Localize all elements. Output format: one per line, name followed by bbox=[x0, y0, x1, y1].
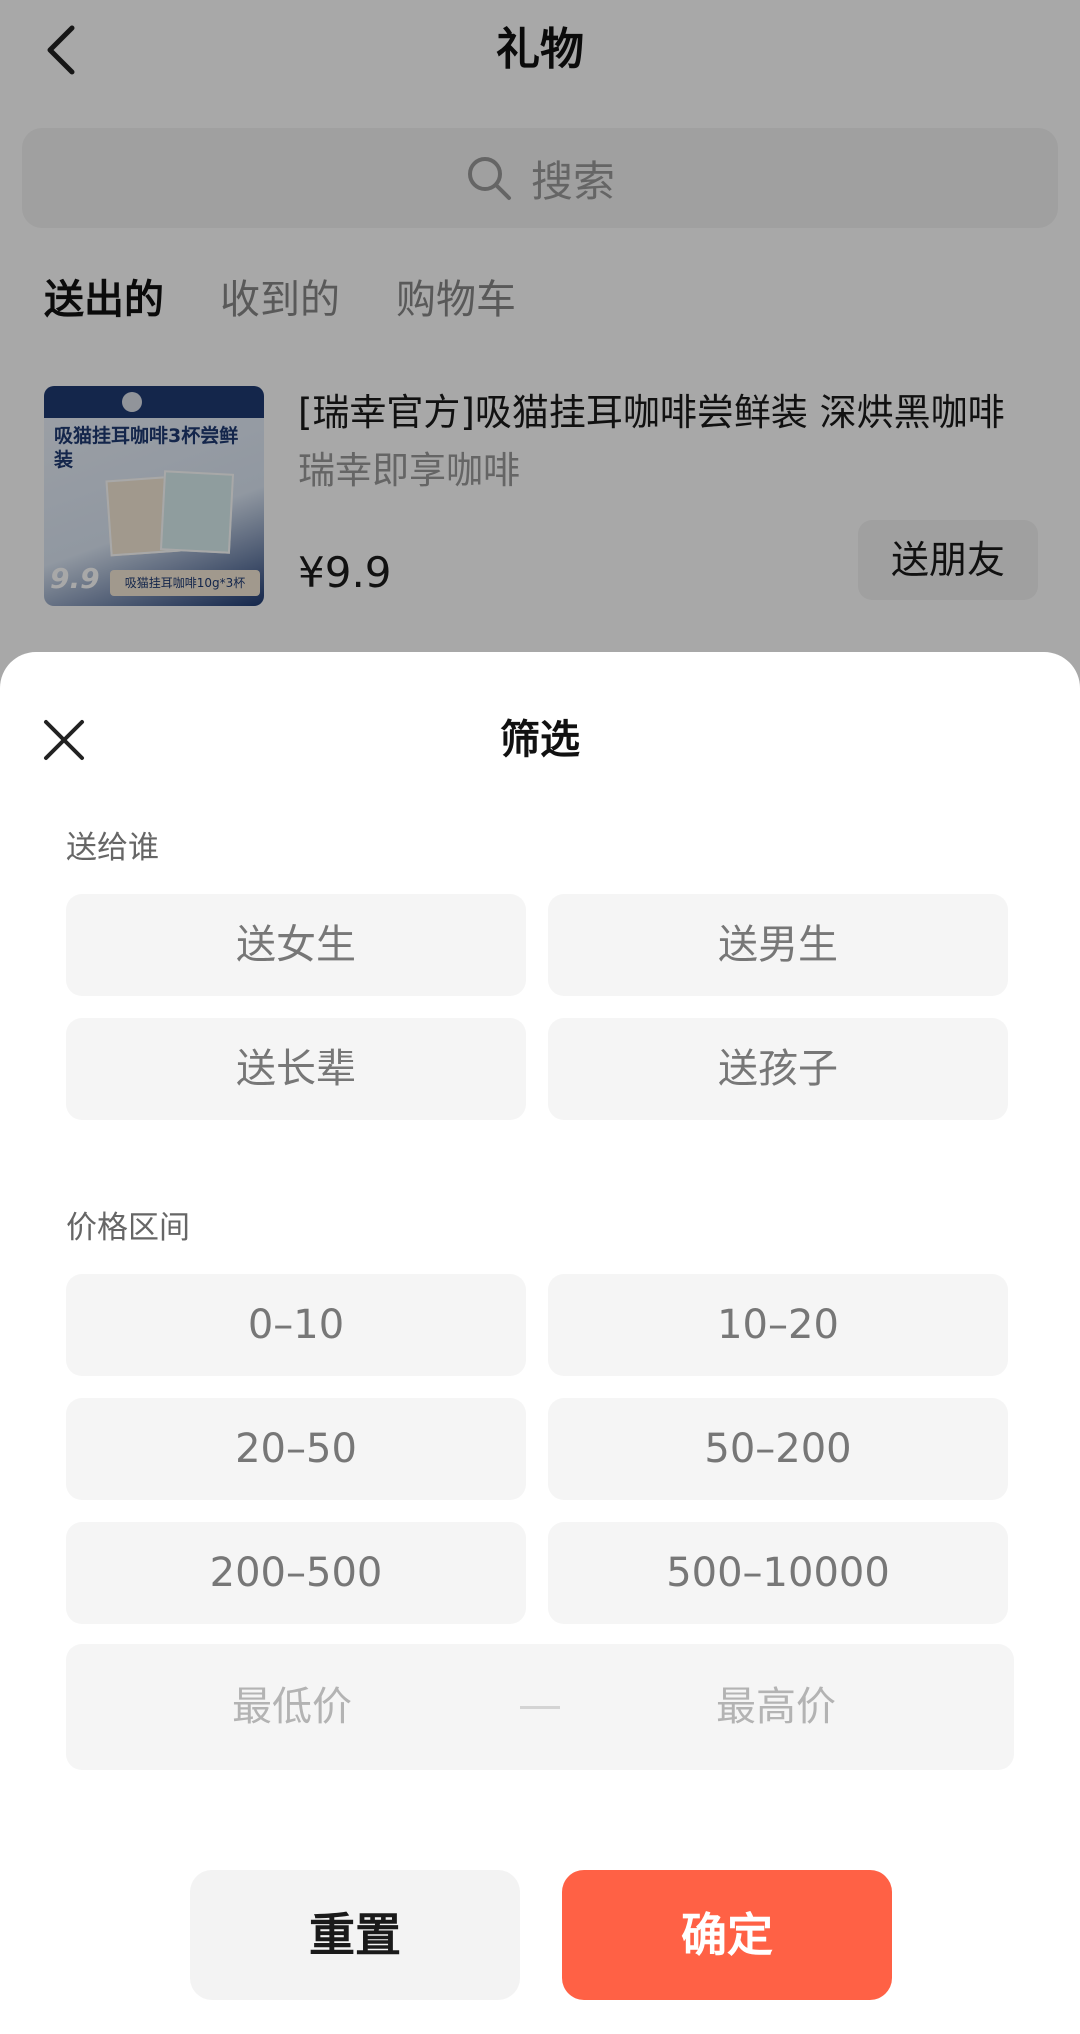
price-option[interactable]: 0–10 bbox=[66, 1274, 526, 1376]
price-section-label: 价格区间 bbox=[66, 1210, 190, 1246]
filter-sheet: 筛选 送给谁 送女生 送男生 送长辈 送孩子 价格区间 0–10 10–20 2… bbox=[0, 652, 1080, 2034]
recipient-option-elder[interactable]: 送长辈 bbox=[66, 1018, 526, 1120]
price-option[interactable]: 200–500 bbox=[66, 1522, 526, 1624]
range-separator bbox=[520, 1706, 560, 1709]
recipient-option-male[interactable]: 送男生 bbox=[548, 894, 1008, 996]
recipient-section-label: 送给谁 bbox=[66, 830, 159, 866]
reset-button[interactable]: 重置 bbox=[190, 1870, 520, 2000]
price-option[interactable]: 10–20 bbox=[548, 1274, 1008, 1376]
filter-title: 筛选 bbox=[500, 717, 580, 763]
recipient-option-child[interactable]: 送孩子 bbox=[548, 1018, 1008, 1120]
min-price-input[interactable] bbox=[142, 1644, 442, 1770]
price-option[interactable]: 20–50 bbox=[66, 1398, 526, 1500]
price-range-row bbox=[66, 1644, 1014, 1770]
price-option[interactable]: 50–200 bbox=[548, 1398, 1008, 1500]
max-price-input[interactable] bbox=[626, 1644, 926, 1770]
price-option[interactable]: 500–10000 bbox=[548, 1522, 1008, 1624]
recipient-option-female[interactable]: 送女生 bbox=[66, 894, 526, 996]
confirm-button[interactable]: 确定 bbox=[562, 1870, 892, 2000]
